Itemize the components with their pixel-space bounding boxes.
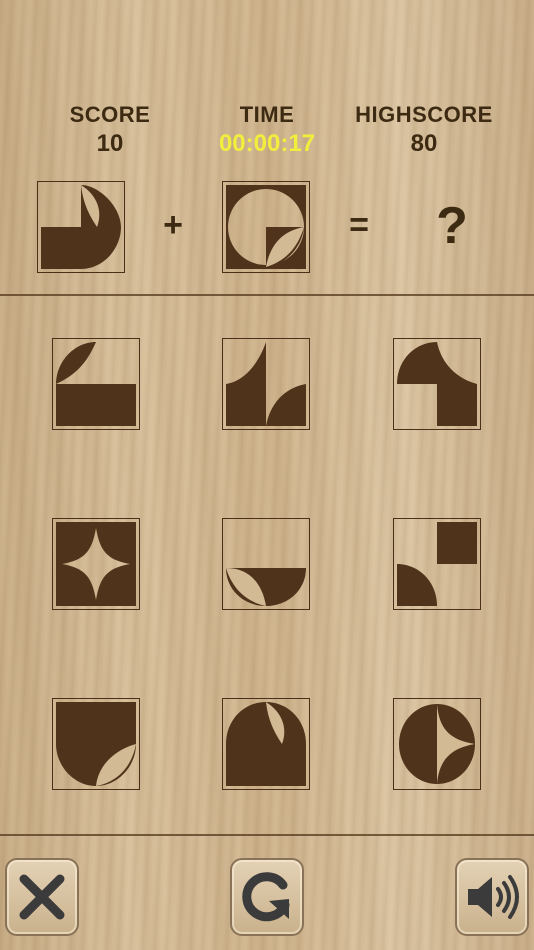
close-button[interactable] (5, 858, 79, 936)
option-tile-9[interactable] (393, 698, 481, 790)
score-label: SCORE (69, 102, 151, 127)
time-value: 00:00:17 (218, 130, 316, 157)
highscore-value: 80 (410, 130, 438, 157)
highscore-label: HIGHSCORE (355, 102, 493, 127)
option-shape-1 (56, 342, 136, 426)
equation-shape-middle (226, 185, 306, 269)
time-label: TIME (239, 102, 295, 127)
highscore-panel: HIGHSCORE 80 (344, 102, 504, 158)
option-shape-3 (397, 342, 477, 426)
equation-tile-left (37, 181, 125, 273)
bottom-divider (0, 834, 534, 836)
time-panel: TIME 00:00:17 (187, 102, 347, 158)
option-shape-8 (226, 702, 306, 786)
score-panel: SCORE 10 (30, 102, 190, 158)
restart-icon (242, 872, 290, 922)
option-shape-7 (56, 702, 136, 786)
equation-shape-left (41, 185, 121, 269)
score-value: 10 (96, 130, 124, 157)
option-tile-4[interactable] (52, 518, 140, 610)
close-icon (19, 874, 65, 920)
plus-sign: + (163, 206, 183, 244)
option-shape-5 (226, 568, 306, 606)
option-tile-5[interactable] (222, 518, 310, 610)
option-tile-1[interactable] (52, 338, 140, 430)
option-tile-6[interactable] (393, 518, 481, 610)
restart-button[interactable] (230, 858, 304, 936)
option-tile-2[interactable] (222, 338, 310, 430)
option-tile-7[interactable] (52, 698, 140, 790)
option-tile-8[interactable] (222, 698, 310, 790)
option-shape-4 (56, 522, 136, 606)
top-divider (0, 294, 534, 296)
option-tile-3[interactable] (393, 338, 481, 430)
speaker-icon (468, 875, 519, 919)
option-shape-9 (399, 704, 476, 784)
option-shape-2 (226, 342, 306, 426)
sound-button[interactable] (455, 858, 529, 936)
equation-tile-middle (222, 181, 310, 273)
answer-question-mark: ? (436, 197, 468, 255)
option-shape-6 (397, 522, 477, 606)
equals-sign: = (349, 206, 369, 244)
